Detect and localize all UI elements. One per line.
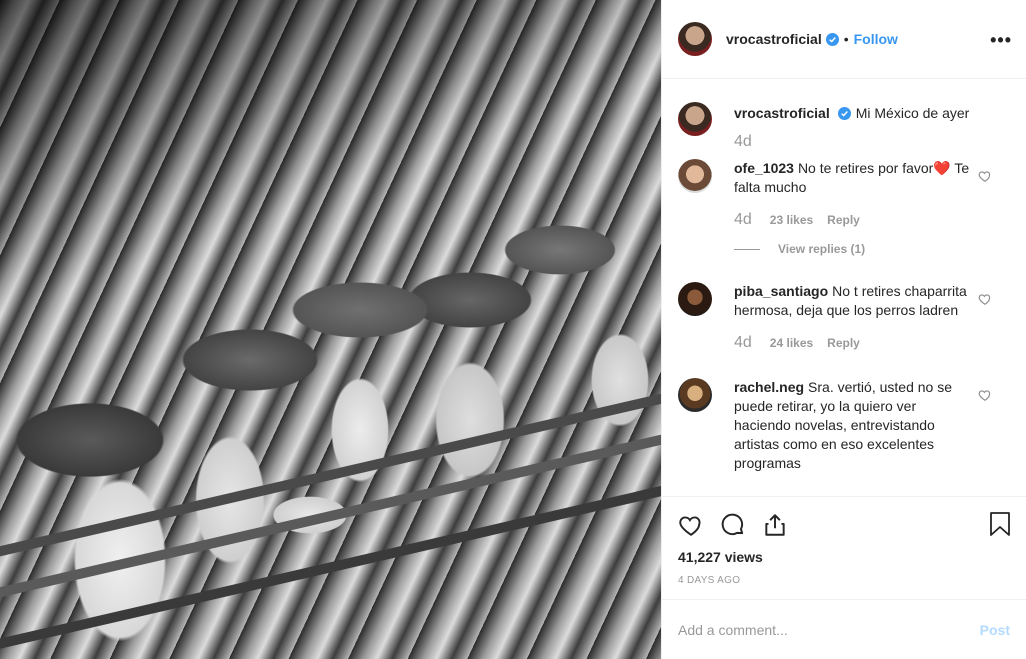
caption-time[interactable]: 4d — [734, 133, 752, 151]
post-actions: 41,227 views 4 DAYS AGO — [662, 496, 1026, 599]
comment-username[interactable]: rachel.neg — [734, 379, 804, 395]
comment-likes[interactable]: 24 likes — [770, 336, 813, 350]
verified-badge-icon — [825, 32, 839, 46]
author-username[interactable]: vrocastroficial — [726, 31, 822, 47]
reply-button[interactable]: Reply — [827, 213, 860, 227]
follow-button[interactable]: Follow — [854, 31, 898, 47]
caption: vrocastroficial Mi México de ayer 4d — [678, 102, 1010, 151]
view-replies-button[interactable]: View replies (1) — [734, 242, 970, 256]
views-count[interactable]: 41,227 views — [678, 549, 1010, 565]
post-video[interactable] — [0, 0, 661, 659]
post-header: vrocastroficial • Follow ••• — [662, 0, 1026, 79]
comment-likes[interactable]: 23 likes — [770, 213, 813, 227]
comment-icon[interactable] — [720, 512, 746, 538]
add-comment-input[interactable] — [678, 621, 980, 638]
caption-text: Mi México de ayer — [855, 105, 970, 121]
comment-item: ofe_1023 No te retires por favor❤️ Te fal… — [678, 159, 1010, 256]
author-avatar[interactable] — [678, 22, 712, 56]
comment-time[interactable]: 4d — [734, 211, 752, 229]
comment-item: piba_santiago No t retires chaparrita her… — [678, 282, 1010, 352]
save-bookmark-icon[interactable] — [988, 511, 1012, 537]
reply-button[interactable]: Reply — [827, 336, 860, 350]
like-comment-icon[interactable] — [978, 388, 992, 402]
comment-username[interactable]: ofe_1023 — [734, 160, 794, 176]
commenter-avatar[interactable] — [678, 378, 712, 412]
view-replies-label: View replies (1) — [778, 242, 866, 256]
commenter-avatar[interactable] — [678, 159, 712, 193]
like-comment-icon[interactable] — [978, 292, 992, 306]
add-comment-bar: Post — [662, 599, 1026, 659]
more-options-icon[interactable]: ••• — [990, 30, 1012, 51]
post-date[interactable]: 4 DAYS AGO — [678, 575, 1010, 586]
like-icon[interactable] — [678, 512, 704, 538]
comment-time[interactable]: 4d — [734, 334, 752, 352]
like-comment-icon[interactable] — [978, 169, 992, 183]
commenter-avatar[interactable] — [678, 282, 712, 316]
share-icon[interactable] — [762, 512, 788, 538]
verified-badge-icon — [837, 107, 851, 120]
separator-dot: • — [843, 31, 849, 47]
post-side-panel: vrocastroficial • Follow ••• vrocastrofi… — [661, 0, 1026, 659]
comment-username[interactable]: piba_santiago — [734, 283, 828, 299]
post-comment-button[interactable]: Post — [980, 622, 1010, 638]
author-avatar[interactable] — [678, 102, 712, 136]
caption-username[interactable]: vrocastroficial — [734, 105, 830, 121]
comments-list[interactable]: vrocastroficial Mi México de ayer 4d ofe_… — [662, 80, 1026, 496]
replies-divider — [734, 248, 760, 250]
comment-item: rachel.neg Sra. vertió, usted no se puede… — [678, 378, 1010, 473]
